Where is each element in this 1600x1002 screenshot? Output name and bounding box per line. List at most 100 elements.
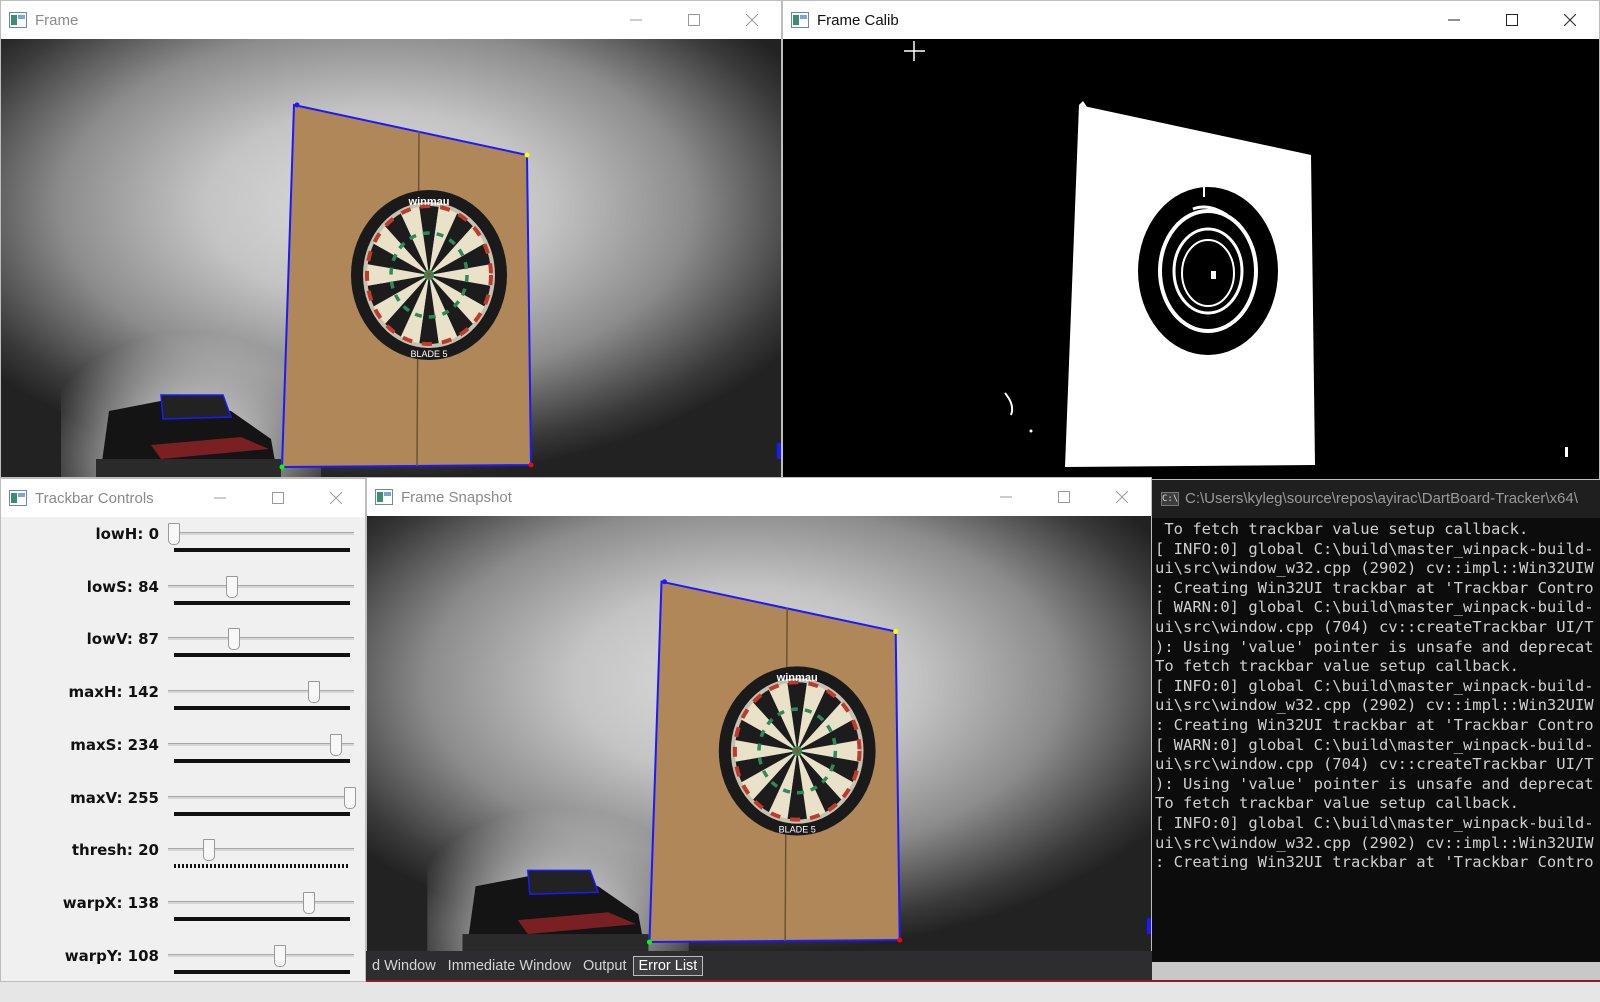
trackbar-thumb[interactable] — [225, 575, 238, 598]
console-line: [ WARN:0] global C:\build\master_winpack… — [1155, 735, 1594, 754]
console-titlebar[interactable]: C:\ C:\Users\kyleg\source\repos\ayirac\D… — [1152, 480, 1600, 518]
trackbar-warpX[interactable]: warpX: 138 — [1, 888, 365, 940]
trackbar-thumb[interactable] — [203, 839, 216, 862]
frame-calib-titlebar[interactable]: Frame Calib — [783, 1, 1599, 39]
trackbar-channel[interactable] — [168, 742, 354, 746]
trackbar-ticks — [174, 969, 350, 974]
frame-calib-window[interactable]: Frame Calib — [782, 0, 1600, 480]
trackbar-controls-window[interactable]: Trackbar Controls lowH: 0 lowS: 84 lowV: 8… — [0, 478, 366, 982]
trackbar-controls-titlebar[interactable]: Trackbar Controls — [1, 479, 365, 517]
console-line: ui\src\window.cpp (704) cv::createTrackb… — [1155, 755, 1594, 774]
trackbar-channel[interactable] — [168, 584, 354, 588]
crosshair-cursor-icon — [903, 39, 904, 40]
opencv-window-icon — [9, 490, 27, 506]
console-line: To fetch trackbar value setup callback. — [1155, 520, 1529, 538]
frame-camera-view: winmau BLADE 5 — [1, 39, 781, 477]
trackbar-label: maxV: 255 — [70, 788, 159, 807]
trackbar-ticks — [174, 811, 350, 816]
vs-tab-output[interactable]: Output — [577, 958, 633, 974]
svg-text:BLADE 5: BLADE 5 — [779, 825, 816, 835]
close-button[interactable] — [1093, 478, 1151, 516]
console-window[interactable]: C:\ C:\Users\kyleg\source\repos\ayirac\D… — [1152, 480, 1600, 962]
trackbar-ticks — [174, 916, 350, 921]
opencv-window-icon — [375, 489, 393, 505]
snapshot-camera-view: winmau BLADE 5 — [367, 516, 1151, 952]
trackbar-controls-title: Trackbar Controls — [35, 489, 154, 507]
trackbar-maxH[interactable]: maxH: 142 — [1, 677, 365, 729]
trackbar-channel[interactable] — [168, 953, 354, 957]
snapshot-frame-image: winmau BLADE 5 — [367, 516, 1151, 952]
minimize-button[interactable] — [191, 479, 249, 517]
svg-text:winmau: winmau — [408, 196, 450, 208]
console-line: : Creating Win32UI trackbar at 'Trackbar… — [1155, 715, 1594, 734]
binary-mask-image — [783, 39, 1599, 479]
trackbar-label: maxH: 142 — [68, 683, 159, 702]
camera-frame-image: winmau BLADE 5 — [1, 39, 781, 477]
trackbar-label: warpX: 138 — [62, 893, 159, 912]
trackbar-channel[interactable] — [168, 690, 354, 694]
vs-tool-window-tabs: d Window Immediate Window Output Error List — [366, 951, 1152, 980]
frame-window[interactable]: Frame winmau BLADE 5 — [0, 0, 782, 478]
trackbar-thumb[interactable] — [168, 523, 180, 545]
maximize-button[interactable] — [665, 1, 723, 39]
trackbar-lowV[interactable]: lowV: 87 — [1, 624, 365, 676]
console-line: [ INFO:0] global C:\build\master_winpack… — [1155, 813, 1594, 832]
frame-snapshot-title: Frame Snapshot — [401, 488, 512, 506]
console-line: To fetch trackbar value setup callback. — [1155, 657, 1519, 676]
trackbar-thumb[interactable] — [344, 786, 356, 809]
minimize-button[interactable] — [607, 1, 665, 39]
console-output: To fetch trackbar value setup callback.[… — [1152, 518, 1600, 962]
minimize-button[interactable] — [977, 478, 1035, 516]
trackbar-label: lowS: 84 — [86, 577, 159, 596]
trackbar-channel[interactable] — [168, 848, 354, 852]
trackbar-thresh[interactable]: thresh: 20 — [1, 835, 365, 887]
trackbar-thumb[interactable] — [307, 681, 320, 704]
trackbar-thumb[interactable] — [302, 891, 315, 914]
svg-text:BLADE 5: BLADE 5 — [410, 349, 447, 359]
vs-tab-immediate-window[interactable]: Immediate Window — [442, 958, 577, 974]
console-line: ui\src\window_w32.cpp (2902) cv::impl::W… — [1155, 833, 1594, 852]
console-line: [ INFO:0] global C:\build\master_winpack… — [1155, 539, 1594, 558]
trackbar-channel[interactable] — [168, 532, 354, 535]
trackbar-lowH[interactable]: lowH: 0 — [1, 519, 365, 571]
trackbar-channel[interactable] — [168, 795, 354, 799]
frame-titlebar[interactable]: Frame — [1, 1, 781, 39]
console-line: [ WARN:0] global C:\build\master_winpack… — [1155, 598, 1594, 617]
trackbar-label: maxS: 234 — [70, 735, 159, 754]
trackbar-thumb[interactable] — [273, 944, 286, 967]
trackbar-ticks — [174, 706, 350, 711]
vs-tab-d-window[interactable]: d Window — [366, 958, 442, 974]
trackbar-ticks — [174, 864, 350, 869]
trackbar-maxS[interactable]: maxS: 234 — [1, 730, 365, 782]
trackbar-ticks — [174, 758, 350, 763]
trackbar-thumb[interactable] — [228, 628, 241, 651]
frame-snapshot-titlebar[interactable]: Frame Snapshot — [367, 478, 1151, 516]
trackbar-label: warpY: 108 — [64, 946, 159, 965]
trackbar-channel[interactable] — [168, 637, 354, 641]
console-line: To fetch trackbar value setup callback. — [1155, 794, 1519, 813]
trackbar-thumb[interactable] — [329, 733, 342, 756]
maximize-button[interactable] — [1483, 1, 1541, 39]
maximize-button[interactable] — [249, 479, 307, 517]
close-button[interactable] — [307, 479, 365, 517]
trackbar-ticks — [174, 600, 350, 605]
minimize-button[interactable] — [1425, 1, 1483, 39]
trackbar-label: lowH: 0 — [95, 525, 159, 543]
trackbar-warpY[interactable]: warpY: 108 — [1, 941, 365, 981]
trackbar-maxV[interactable]: maxV: 255 — [1, 783, 365, 835]
trackbar-ticks — [174, 548, 350, 552]
close-button[interactable] — [1541, 1, 1599, 39]
console-line: ui\src\window_w32.cpp (2902) cv::impl::W… — [1155, 696, 1594, 715]
console-line: : Creating Win32UI trackbar at 'Trackbar… — [1155, 578, 1594, 597]
trackbar-label: lowV: 87 — [86, 630, 159, 649]
frame-snapshot-window[interactable]: Frame Snapshot winmau BLADE 5 — [366, 477, 1152, 953]
console-line: ui\src\window_w32.cpp (2902) cv::impl::W… — [1155, 559, 1594, 578]
console-line: ui\src\window.cpp (704) cv::createTrackb… — [1155, 617, 1594, 636]
trackbar-lowS[interactable]: lowS: 84 — [1, 572, 365, 624]
close-button[interactable] — [723, 1, 781, 39]
trackbar-channel[interactable] — [168, 900, 354, 904]
console-line: : Creating Win32UI trackbar at 'Trackbar… — [1155, 853, 1594, 872]
taskbar-strip — [0, 982, 1600, 1002]
vs-tab-error-list[interactable]: Error List — [632, 955, 704, 976]
maximize-button[interactable] — [1035, 478, 1093, 516]
